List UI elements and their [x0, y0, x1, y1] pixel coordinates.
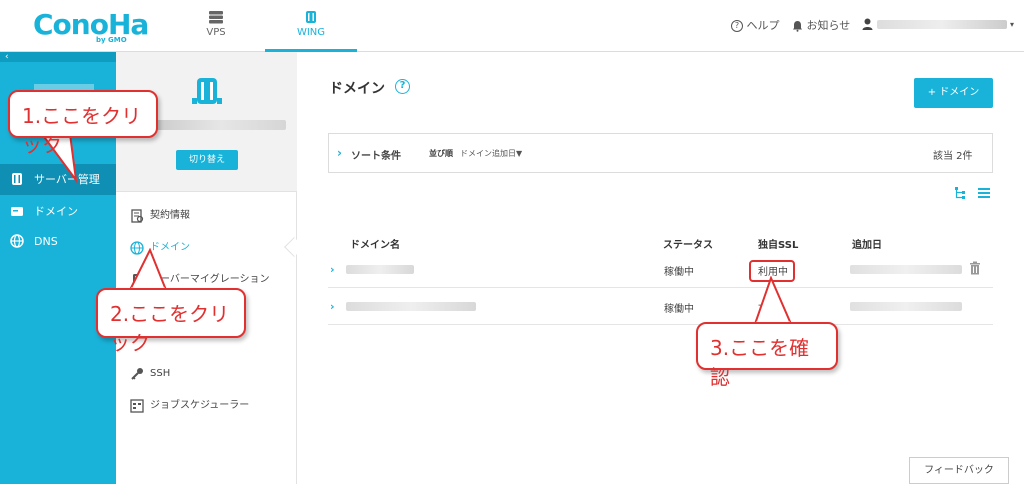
feedback-button[interactable]: フィードバック [909, 457, 1009, 484]
tree-view-icon[interactable] [954, 186, 968, 200]
sort-order-key: 並び順 [429, 149, 453, 158]
column-header-status[interactable]: ステータス [663, 236, 713, 251]
callout-tail-3 [753, 276, 793, 325]
nav-tab-vps[interactable]: VPS [174, 0, 258, 52]
help-icon[interactable]: ? [395, 79, 410, 94]
card-icon [11, 207, 23, 216]
server-name-redacted [156, 120, 286, 130]
status-cell: 稼働中 [664, 304, 694, 315]
sidebar-item-domain[interactable]: ドメイン [0, 196, 116, 227]
chevron-right-icon: › [337, 146, 342, 160]
server-icon [12, 173, 22, 185]
nav-tab-label: VPS [206, 27, 226, 38]
column-header-date[interactable]: 追加日 [852, 236, 882, 251]
callout-2: 2.ここをクリック [96, 288, 246, 355]
domain-name-redacted [346, 302, 476, 311]
date-redacted [850, 302, 962, 311]
wing-server-icon [306, 11, 316, 23]
status-cell: 稼働中 [664, 267, 694, 278]
user-icon [862, 18, 873, 30]
key-icon [131, 368, 143, 380]
menu-item-label: 契約情報 [150, 210, 190, 221]
chevron-right-icon[interactable]: › [330, 263, 335, 276]
help-link[interactable]: ? ヘルプ [731, 17, 780, 33]
column-header-domain[interactable]: ドメイン名 [350, 236, 400, 251]
logo-sub: by GMO [96, 36, 127, 44]
scheduler-icon [130, 399, 144, 413]
sidebar-item-dns[interactable]: DNS [0, 226, 116, 257]
menu-item-label: ジョブスケジューラー [150, 400, 250, 411]
trash-icon[interactable] [969, 261, 981, 275]
date-redacted [850, 265, 962, 274]
chevron-down-icon: ▾ [1010, 20, 1015, 29]
result-count: 該当 2件 [933, 151, 973, 162]
menu-item-label: SSH [150, 368, 171, 379]
page-title: ドメイン [329, 81, 385, 97]
globe-icon [10, 234, 24, 248]
column-header-ssl[interactable]: 独自SSL [758, 236, 798, 251]
chevron-right-icon[interactable]: › [330, 300, 335, 313]
add-domain-button[interactable]: + ドメイン [914, 78, 993, 108]
sort-label: ソート条件 [351, 151, 401, 162]
logo[interactable]: ConoHa [33, 8, 149, 41]
top-header: ConoHa by GMO VPS WING ? ヘルプ お知らせ ▾ [0, 0, 1024, 52]
sort-panel[interactable]: › ソート条件 並び順 ドメイン追加日▼ 該当 2件 [328, 133, 993, 173]
help-label: ヘルプ [746, 19, 780, 32]
main-content: ドメイン ? + ドメイン › ソート条件 並び順 ドメイン追加日▼ 該当 2件… [297, 52, 1024, 484]
user-name-redacted [876, 19, 1007, 29]
table-row[interactable]: › 稼働中 利用中 [328, 251, 993, 288]
list-view-icon[interactable] [977, 186, 991, 200]
sidebar-item-label: DNS [34, 235, 58, 248]
menu-item-scheduler[interactable]: ジョブスケジューラー [128, 396, 249, 416]
nav-tab-label: WING [296, 27, 326, 38]
switch-button[interactable]: 切り替え [176, 150, 238, 170]
sidebar-collapse-button[interactable]: ‹ [0, 52, 116, 62]
table-row[interactable]: › 稼働中 - [328, 288, 993, 325]
nav-tab-wing[interactable]: WING [265, 0, 357, 52]
menu-item-ssh[interactable]: SSH [128, 364, 170, 384]
callout-3: 3.ここを確認 [696, 322, 838, 389]
server-icon [192, 78, 222, 104]
help-circle-icon: ? [731, 20, 743, 32]
sort-order-value[interactable]: ドメイン追加日▼ [460, 148, 522, 159]
domain-name-redacted [346, 265, 414, 274]
callout-tail-2 [128, 248, 168, 291]
server-stack-icon [209, 11, 223, 24]
notice-label: お知らせ [806, 19, 851, 32]
sidebar-item-label: ドメイン [34, 205, 78, 218]
notice-link[interactable]: お知らせ [792, 17, 850, 33]
user-menu[interactable]: ▾ [862, 17, 1014, 30]
contract-icon [131, 209, 144, 223]
bell-icon [793, 21, 802, 32]
callout-1: 1.ここをクリック [8, 90, 158, 157]
menu-item-contract[interactable]: 契約情報 [128, 206, 190, 226]
